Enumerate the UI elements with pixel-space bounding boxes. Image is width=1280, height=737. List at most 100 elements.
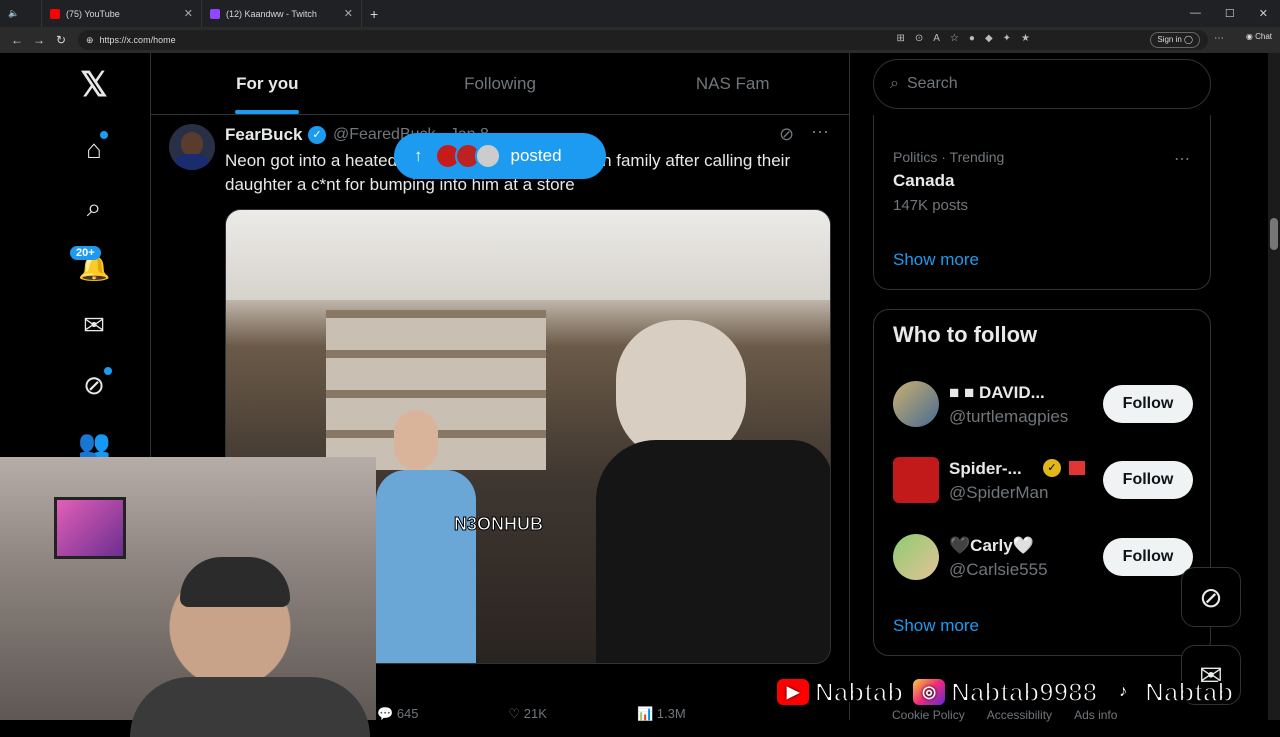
url-field[interactable]: ⊕ https://x.com/home	[78, 30, 1208, 50]
favorites-bar-icon[interactable]: ★	[1021, 33, 1030, 44]
more-options-icon[interactable]: ⋯	[811, 122, 829, 143]
suggestion-avatar[interactable]	[893, 457, 939, 503]
suggestion-avatar[interactable]	[893, 381, 939, 427]
shield-icon[interactable]: ◆	[985, 33, 993, 44]
minimize-icon[interactable]: —	[1190, 7, 1201, 20]
trends-card: Politics · Trending ⋯ Canada 147K posts …	[873, 115, 1211, 290]
webcam-person	[100, 557, 370, 737]
read-aloud-icon[interactable]: A	[933, 33, 940, 44]
maximize-icon[interactable]: ☐	[1225, 7, 1235, 20]
close-tab-icon[interactable]: ✕	[184, 7, 193, 20]
author-avatar[interactable]	[169, 124, 215, 170]
suggestion-handle: @Carlsie555	[949, 560, 1048, 579]
search-placeholder: Search	[906, 75, 958, 92]
new-posts-pill[interactable]: ↑ posted	[394, 133, 606, 179]
new-tab-button[interactable]: +	[362, 0, 386, 27]
trend-name[interactable]: Canada	[893, 171, 954, 191]
address-bar: ← → ↻ ⊕ https://x.com/home ⊞ ⊙ A ☆ ● ◆ ✦…	[0, 27, 1280, 53]
zoom-icon[interactable]: ⊙	[915, 33, 923, 44]
follow-button[interactable]: Follow	[1103, 461, 1193, 499]
suggestion-row[interactable]: 🖤Carly🤍 @Carlsie555 Follow	[893, 534, 1193, 586]
grok-post-icon[interactable]: ⊘	[779, 124, 794, 145]
video-person-woman	[376, 410, 486, 663]
signin-button[interactable]: Sign in ◯	[1150, 32, 1200, 48]
x-logo-icon[interactable]: 𝕏	[78, 68, 110, 102]
suggestion-handle: @turtlemagpies	[949, 407, 1069, 426]
window-controls: — ☐ ✕	[1190, 7, 1280, 20]
notifications-badge: 20+	[70, 246, 101, 260]
forward-icon[interactable]: →	[28, 33, 50, 47]
webcam-overlay	[0, 457, 376, 737]
suggestion-name: ■ ■ DAVID...	[949, 383, 1045, 402]
suggestion-name: Spider-...	[949, 459, 1022, 478]
video-person-man	[596, 320, 830, 663]
follow-button[interactable]: Follow	[1103, 538, 1193, 576]
site-info-icon[interactable]: ⊕	[86, 35, 94, 46]
suggestion-handle: @SpiderMan	[949, 483, 1049, 502]
grok-fab-icon[interactable]: ⊘	[1181, 567, 1241, 627]
show-more-suggestions[interactable]: Show more	[893, 616, 979, 636]
video-ceiling	[226, 210, 830, 300]
posted-label: posted	[510, 146, 562, 165]
grok-notification-dot	[104, 367, 112, 375]
tab-twitch-label: (12) Kaandww - Twitch	[226, 8, 317, 19]
suggestion-row[interactable]: Spider-... ✓ @SpiderMan Follow	[893, 457, 1193, 509]
search-input[interactable]: ⌕ Search	[873, 59, 1211, 109]
right-column: ⌕ Search Politics · Trending ⋯ Canada 14…	[850, 53, 1280, 720]
arrow-up-icon: ↑	[414, 146, 423, 165]
favorite-icon[interactable]: ☆	[950, 33, 959, 44]
tab-nas-fam[interactable]: NAS Fam	[616, 53, 849, 114]
trend-meta: Politics · Trending	[893, 149, 1005, 165]
messages-icon[interactable]: ✉	[78, 309, 110, 341]
suggestion-row[interactable]: ■ ■ DAVID... @turtlemagpies Follow	[893, 381, 1193, 433]
close-tab-icon[interactable]: ✕	[344, 7, 353, 20]
video-watermark: N3ONHUB	[453, 514, 544, 535]
tiktok-icon: ♪	[1105, 677, 1142, 707]
verified-icon: ✓	[308, 126, 326, 144]
copilot-chat-button[interactable]: ◉ Chat	[1246, 32, 1272, 41]
who-to-follow-card: Who to follow ■ ■ DAVID... @turtlemagpie…	[873, 309, 1211, 656]
instagram-icon: ◎	[911, 677, 948, 707]
tiktok-handle: ♪ Nabtab	[1105, 672, 1234, 712]
puzzle-icon[interactable]: ✦	[1003, 33, 1011, 44]
feed-tabs: For you Following NAS Fam	[151, 53, 849, 115]
search-icon: ⌕	[890, 75, 899, 92]
tab-for-you[interactable]: For you	[151, 53, 384, 114]
extension-icon[interactable]: ●	[969, 33, 975, 44]
app-icon[interactable]: ⊞	[896, 33, 904, 44]
youtube-icon	[50, 8, 60, 19]
url-text: https://x.com/home	[99, 35, 176, 45]
social-overlay: ▶ Nabtab ◎ Nabtab9988 ♪ Nabtab	[775, 672, 1234, 712]
search-icon[interactable]: ⌕	[78, 191, 110, 223]
refresh-icon[interactable]: ↻	[50, 33, 72, 47]
instagram-handle: ◎ Nabtab9988	[911, 672, 1098, 712]
pill-avatar	[474, 143, 501, 169]
webcam-tv	[54, 497, 126, 559]
browser-toolbar-icons: ⊞ ⊙ A ☆ ● ◆ ✦ ★	[896, 33, 1030, 44]
youtube-icon: ▶	[775, 677, 811, 707]
suggestion-name: 🖤Carly🤍	[949, 536, 1034, 555]
trend-posts: 147K posts	[893, 197, 969, 214]
author-name[interactable]: FearBuck	[225, 125, 302, 145]
who-to-follow-title: Who to follow	[893, 322, 1038, 347]
show-more-trends[interactable]: Show more	[893, 250, 979, 270]
tab-following[interactable]: Following	[384, 53, 617, 114]
follow-button[interactable]: Follow	[1103, 385, 1193, 423]
youtube-handle: ▶ Nabtab	[775, 672, 904, 712]
tab-youtube-label: (75) YouTube	[66, 8, 120, 19]
back-icon[interactable]: ←	[6, 33, 28, 47]
scrollbar[interactable]	[1268, 53, 1280, 720]
close-window-icon[interactable]: ✕	[1259, 7, 1268, 20]
communities-icon[interactable]: 👥	[78, 427, 110, 459]
twitch-icon	[210, 8, 220, 19]
suggestion-avatar[interactable]	[893, 534, 939, 580]
gold-verified-icon: ✓	[1043, 459, 1061, 477]
browser-tabbar: 🔈 (75) YouTube ✕ (12) Kaandww - Twitch ✕…	[0, 0, 1280, 27]
speaker-tab-icon[interactable]: 🔈	[0, 0, 42, 27]
scrollbar-thumb[interactable]	[1270, 218, 1278, 250]
tab-twitch[interactable]: (12) Kaandww - Twitch ✕	[202, 0, 362, 27]
tab-youtube[interactable]: (75) YouTube ✕	[42, 0, 202, 27]
home-notification-dot	[100, 131, 108, 139]
trend-more-icon[interactable]: ⋯	[1174, 149, 1190, 169]
more-icon[interactable]: ⋯	[1214, 33, 1224, 44]
